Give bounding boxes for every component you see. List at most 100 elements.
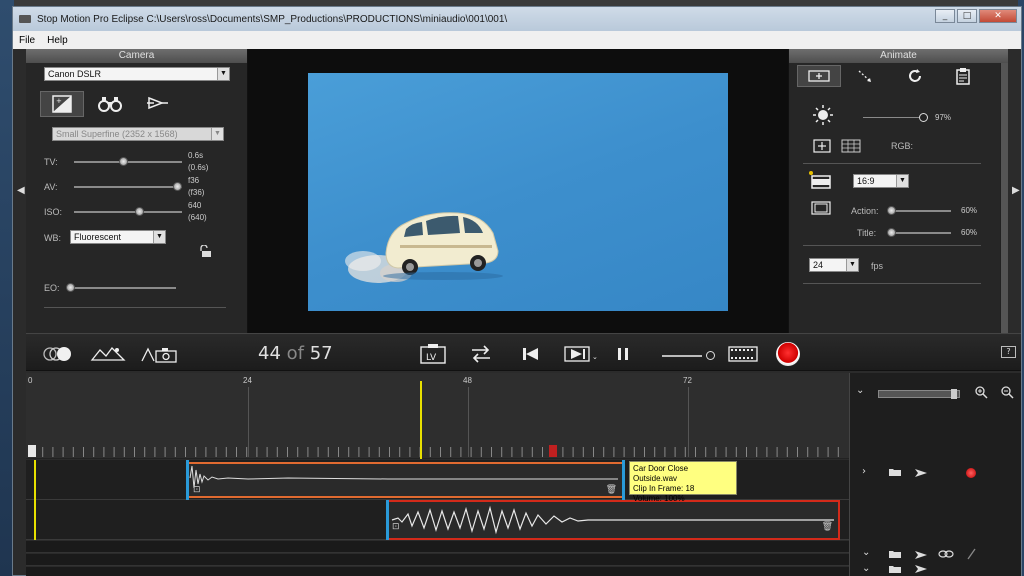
audio-clip-car-door[interactable]: ⊡ 🗑 xyxy=(186,462,624,498)
fps-label: fps xyxy=(871,261,884,271)
wb-select[interactable]: Fluorescent ▼ xyxy=(70,230,166,244)
camera-tools-icon[interactable] xyxy=(140,345,178,363)
action-slider[interactable] xyxy=(887,206,951,215)
chevron-down-icon[interactable]: ⌄ xyxy=(862,563,870,574)
frame-tick xyxy=(317,447,319,457)
tv-slider[interactable] xyxy=(74,157,182,166)
frame-of-label: of xyxy=(286,343,304,364)
record-button[interactable] xyxy=(776,342,800,366)
eo-slider[interactable] xyxy=(66,283,176,292)
frame-tick xyxy=(603,447,605,457)
timeline-zoom-slider[interactable] xyxy=(878,389,960,399)
frame-tick xyxy=(389,447,390,457)
title-slider-knob[interactable] xyxy=(887,228,896,237)
menu-file[interactable]: File xyxy=(19,35,35,46)
clip-start-handle[interactable] xyxy=(186,460,189,500)
iso-slider[interactable] xyxy=(74,207,182,216)
brightness-slider-knob[interactable] xyxy=(919,113,928,122)
aspect-select[interactable]: 16:9 ▼ xyxy=(853,174,909,188)
tab-settings[interactable] xyxy=(136,91,180,117)
av-slider-knob[interactable] xyxy=(172,182,182,191)
brightness-slider[interactable] xyxy=(863,117,919,118)
safe-area-icon[interactable] xyxy=(811,201,831,215)
close-button[interactable]: ✕ xyxy=(979,9,1017,23)
film-strip-icon[interactable] xyxy=(728,346,758,362)
camera-model-select[interactable]: Canon DSLR ▼ xyxy=(44,67,230,81)
tab-path[interactable] xyxy=(843,65,887,87)
add-layer-icon[interactable] xyxy=(813,139,831,153)
zoom-slider-knob[interactable] xyxy=(951,389,957,399)
onion-skin-icon[interactable] xyxy=(42,346,76,362)
unlock-icon[interactable]: ⊡ xyxy=(392,522,400,532)
unlock-icon[interactable] xyxy=(198,245,212,257)
clip-end-handle[interactable] xyxy=(622,460,625,500)
playback-slider-knob[interactable] xyxy=(706,351,715,360)
panel-collapse-right-icon[interactable]: ▶ xyxy=(1012,185,1020,196)
trash-icon[interactable]: 🗑 xyxy=(822,522,833,532)
quality-select[interactable]: Small Superfine (2352 x 1568) ▼ xyxy=(52,127,224,141)
help-button[interactable]: ? xyxy=(1001,346,1016,358)
link-icon[interactable] xyxy=(938,549,954,559)
panel-collapse-left-icon[interactable]: ◀ xyxy=(17,185,25,196)
playback-slider[interactable] xyxy=(662,355,702,357)
unlock-icon[interactable]: ⊡ xyxy=(193,485,201,495)
action-slider-knob[interactable] xyxy=(887,206,896,215)
widescreen-icon[interactable] xyxy=(811,175,831,189)
pause-icon[interactable] xyxy=(616,347,630,361)
zoom-in-icon[interactable] xyxy=(974,385,988,399)
menu-help[interactable]: Help xyxy=(47,35,68,46)
menu-bar: File Help xyxy=(13,31,1021,49)
live-view-icon[interactable]: LV xyxy=(420,344,446,364)
frame-tick xyxy=(205,447,207,457)
zoom-out-icon[interactable] xyxy=(1000,385,1014,399)
toggle-icon[interactable] xyxy=(470,345,492,363)
frame-tick xyxy=(695,447,696,457)
tv-slider-knob[interactable] xyxy=(118,157,128,166)
tab-focus[interactable] xyxy=(88,91,132,117)
tab-loop[interactable] xyxy=(893,65,937,87)
timeline-ruler[interactable]: 0 24 48 72 xyxy=(26,373,849,459)
chevron-down-icon[interactable]: ⌄ xyxy=(862,547,870,558)
chevron-down-icon: ▼ xyxy=(153,231,165,243)
frame-tick xyxy=(93,447,95,457)
pen-icon[interactable] xyxy=(966,548,976,560)
send-icon[interactable] xyxy=(914,468,928,478)
timeline-start-marker[interactable] xyxy=(28,445,36,457)
scene-capture-icon[interactable] xyxy=(90,345,126,363)
iso-slider-knob[interactable] xyxy=(134,207,144,216)
frame-tick xyxy=(827,447,829,457)
send-icon[interactable] xyxy=(914,550,928,560)
clip-start-handle[interactable] xyxy=(386,500,389,540)
folder-icon[interactable] xyxy=(888,549,902,559)
frame-tick xyxy=(837,447,839,457)
minimize-button[interactable]: _ xyxy=(935,9,955,23)
folder-icon[interactable] xyxy=(888,467,902,477)
maximize-button[interactable]: □ xyxy=(957,9,977,23)
chevron-down-icon[interactable]: ⌄ xyxy=(856,385,864,396)
tab-overlay[interactable] xyxy=(797,65,841,87)
tab-clipboard[interactable] xyxy=(941,65,985,87)
track-record-icon[interactable] xyxy=(966,468,976,478)
audio-clip-2[interactable]: ⊡ 🗑 xyxy=(386,500,840,540)
playhead[interactable] xyxy=(420,381,422,459)
folder-icon[interactable] xyxy=(888,565,902,573)
animate-panel-scrollbar[interactable] xyxy=(1000,63,1008,333)
av-slider[interactable] xyxy=(74,182,182,191)
chevron-down-icon: ▼ xyxy=(211,128,223,140)
tab-exposure[interactable]: + xyxy=(40,91,84,117)
fps-select[interactable]: 24 ▼ xyxy=(809,258,859,272)
eo-slider-knob[interactable] xyxy=(66,283,75,292)
waveform xyxy=(391,505,834,535)
chevron-down-icon[interactable]: ⌄ xyxy=(592,348,598,366)
frame-tick xyxy=(246,447,248,457)
trash-icon[interactable]: 🗑 xyxy=(606,485,617,495)
timeline-current-marker[interactable] xyxy=(549,445,557,457)
step-forward-icon[interactable] xyxy=(564,346,590,362)
expand-track-icon[interactable]: › xyxy=(862,466,866,477)
title-slider[interactable] xyxy=(887,228,951,237)
grid-icon[interactable] xyxy=(841,139,861,153)
add-frame-icon xyxy=(808,70,830,82)
send-icon[interactable] xyxy=(914,565,928,573)
step-back-icon[interactable] xyxy=(520,346,542,362)
frame-tick xyxy=(52,447,54,457)
